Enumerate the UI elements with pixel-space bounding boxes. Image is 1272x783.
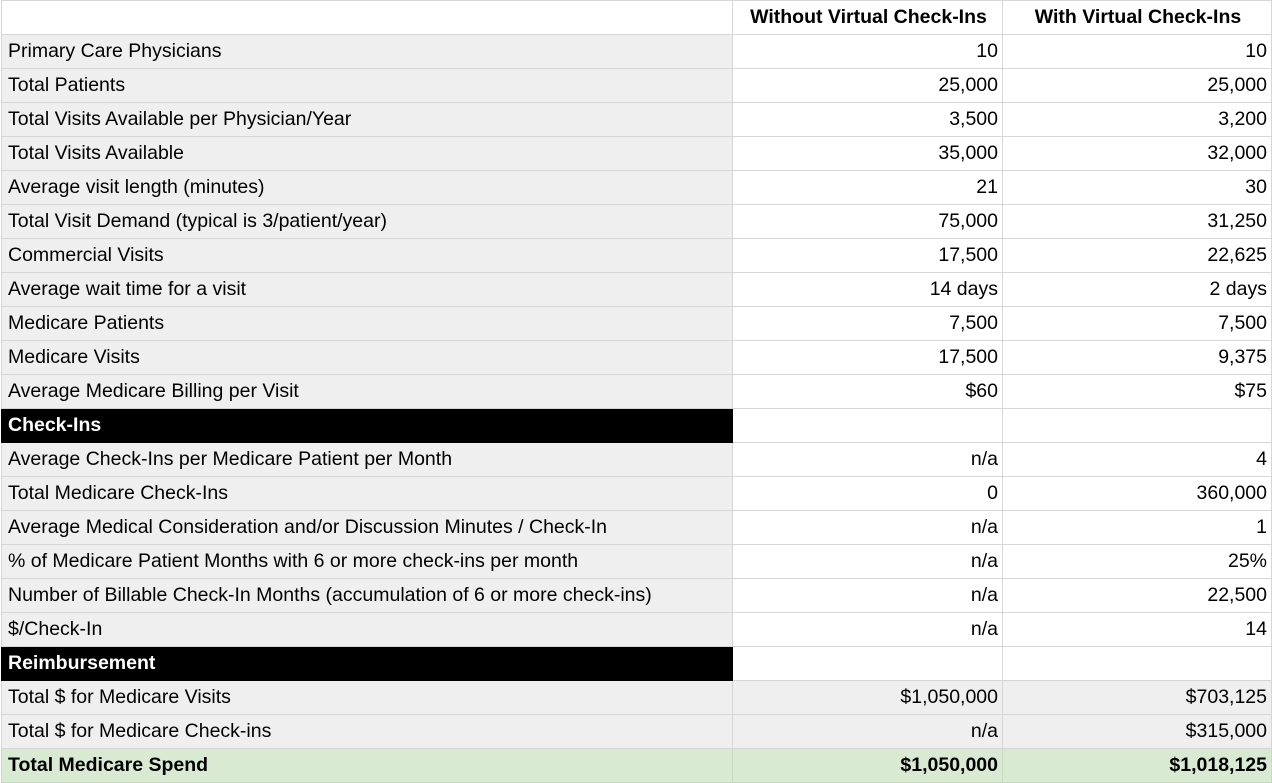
table-row: Average wait time for a visit 14 days 2 …	[1, 272, 1272, 307]
total-with[interactable]: $1,018,125	[1002, 748, 1272, 783]
value-without[interactable]: 17,500	[732, 340, 1003, 375]
row-label[interactable]: $/Check-In	[1, 612, 733, 647]
value-with[interactable]: 25,000	[1002, 68, 1272, 103]
value-with[interactable]: 4	[1002, 442, 1272, 477]
value-with[interactable]: 25%	[1002, 544, 1272, 579]
table-row: Average Medicare Billing per Visit $60 $…	[1, 374, 1272, 409]
value-with[interactable]: 1	[1002, 510, 1272, 545]
row-label[interactable]: Average visit length (minutes)	[1, 170, 733, 205]
value-with[interactable]: 31,250	[1002, 204, 1272, 239]
value-with[interactable]: 14	[1002, 612, 1272, 647]
table-row: Average visit length (minutes) 21 30	[1, 170, 1272, 205]
table-row: Number of Billable Check-In Months (accu…	[1, 578, 1272, 613]
table-row: Total Visits Available 35,000 32,000	[1, 136, 1272, 171]
value-without[interactable]: 75,000	[732, 204, 1003, 239]
row-label[interactable]: Total Visits Available	[1, 136, 733, 171]
row-label[interactable]: Average Medicare Billing per Visit	[1, 374, 733, 409]
table-row: $/Check-In n/a 14	[1, 612, 1272, 647]
value-without[interactable]: n/a	[732, 578, 1003, 613]
table-row: Average Medical Consideration and/or Dis…	[1, 510, 1272, 545]
row-label[interactable]: Total $ for Medicare Visits	[1, 680, 733, 715]
total-without[interactable]: $1,050,000	[732, 748, 1003, 783]
table-row: Total Patients 25,000 25,000	[1, 68, 1272, 103]
value-with[interactable]: 32,000	[1002, 136, 1272, 171]
value-without[interactable]: 17,500	[732, 238, 1003, 273]
value-with[interactable]: $75	[1002, 374, 1272, 409]
total-row: Total Medicare Spend $1,050,000 $1,018,1…	[1, 748, 1272, 783]
table-row: Commercial Visits 17,500 22,625	[1, 238, 1272, 273]
table-row: Total Visits Available per Physician/Yea…	[1, 102, 1272, 137]
row-label[interactable]: Average Medical Consideration and/or Dis…	[1, 510, 733, 545]
value-with[interactable]: $315,000	[1002, 714, 1272, 749]
value-with[interactable]: 10	[1002, 34, 1272, 69]
value-without[interactable]: $60	[732, 374, 1003, 409]
value-without[interactable]: 25,000	[732, 68, 1003, 103]
value-without[interactable]: 3,500	[732, 102, 1003, 137]
row-label[interactable]: Total Patients	[1, 68, 733, 103]
value-without[interactable]: $1,050,000	[732, 680, 1003, 715]
row-label[interactable]: Total $ for Medicare Check-ins	[1, 714, 733, 749]
table-row: Medicare Patients 7,500 7,500	[1, 306, 1272, 341]
table-row: Primary Care Physicians 10 10	[1, 34, 1272, 69]
row-label[interactable]: Total Visit Demand (typical is 3/patient…	[1, 204, 733, 239]
value-without[interactable]: 7,500	[732, 306, 1003, 341]
value-without[interactable]: n/a	[732, 612, 1003, 647]
empty-cell[interactable]	[1002, 408, 1272, 443]
header-with-virtual-check-ins[interactable]: With Virtual Check-Ins	[1002, 0, 1272, 35]
value-without[interactable]: n/a	[732, 544, 1003, 579]
value-without[interactable]: 21	[732, 170, 1003, 205]
empty-cell[interactable]	[732, 408, 1003, 443]
table-row: Total Medicare Check-Ins 0 360,000	[1, 476, 1272, 511]
header-corner-cell[interactable]	[1, 0, 733, 35]
row-label[interactable]: Primary Care Physicians	[1, 34, 733, 69]
table-row: Total $ for Medicare Check-ins n/a $315,…	[1, 714, 1272, 749]
table-row: % of Medicare Patient Months with 6 or m…	[1, 544, 1272, 579]
empty-cell[interactable]	[732, 646, 1003, 681]
value-with[interactable]: 7,500	[1002, 306, 1272, 341]
value-with[interactable]: 360,000	[1002, 476, 1272, 511]
value-without[interactable]: 14 days	[732, 272, 1003, 307]
section-row-check-ins: Check-Ins	[1, 408, 1272, 443]
table-row: Medicare Visits 17,500 9,375	[1, 340, 1272, 375]
value-without[interactable]: n/a	[732, 714, 1003, 749]
row-label[interactable]: Average wait time for a visit	[1, 272, 733, 307]
row-label[interactable]: Number of Billable Check-In Months (accu…	[1, 578, 733, 613]
header-without-virtual-check-ins[interactable]: Without Virtual Check-Ins	[732, 0, 1003, 35]
row-label[interactable]: Commercial Visits	[1, 238, 733, 273]
row-label[interactable]: Average Check-Ins per Medicare Patient p…	[1, 442, 733, 477]
section-header-check-ins[interactable]: Check-Ins	[1, 408, 733, 443]
row-label[interactable]: Total Visits Available per Physician/Yea…	[1, 102, 733, 137]
value-without[interactable]: 10	[732, 34, 1003, 69]
section-header-reimbursement[interactable]: Reimbursement	[1, 646, 733, 681]
empty-cell[interactable]	[1002, 646, 1272, 681]
value-without[interactable]: 35,000	[732, 136, 1003, 171]
value-without[interactable]: n/a	[732, 510, 1003, 545]
spreadsheet-table: Without Virtual Check-Ins With Virtual C…	[1, 0, 1272, 783]
value-with[interactable]: 30	[1002, 170, 1272, 205]
section-row-reimbursement: Reimbursement	[1, 646, 1272, 681]
row-label[interactable]: Total Medicare Check-Ins	[1, 476, 733, 511]
value-with[interactable]: 9,375	[1002, 340, 1272, 375]
row-label[interactable]: Medicare Visits	[1, 340, 733, 375]
value-with[interactable]: $703,125	[1002, 680, 1272, 715]
row-label[interactable]: Medicare Patients	[1, 306, 733, 341]
total-label[interactable]: Total Medicare Spend	[1, 748, 733, 783]
table-row: Average Check-Ins per Medicare Patient p…	[1, 442, 1272, 477]
table-row: Total $ for Medicare Visits $1,050,000 $…	[1, 680, 1272, 715]
value-without[interactable]: n/a	[732, 442, 1003, 477]
header-row: Without Virtual Check-Ins With Virtual C…	[1, 0, 1272, 35]
value-with[interactable]: 22,500	[1002, 578, 1272, 613]
value-with[interactable]: 22,625	[1002, 238, 1272, 273]
value-with[interactable]: 3,200	[1002, 102, 1272, 137]
table-row: Total Visit Demand (typical is 3/patient…	[1, 204, 1272, 239]
row-label[interactable]: % of Medicare Patient Months with 6 or m…	[1, 544, 733, 579]
value-without[interactable]: 0	[732, 476, 1003, 511]
value-with[interactable]: 2 days	[1002, 272, 1272, 307]
